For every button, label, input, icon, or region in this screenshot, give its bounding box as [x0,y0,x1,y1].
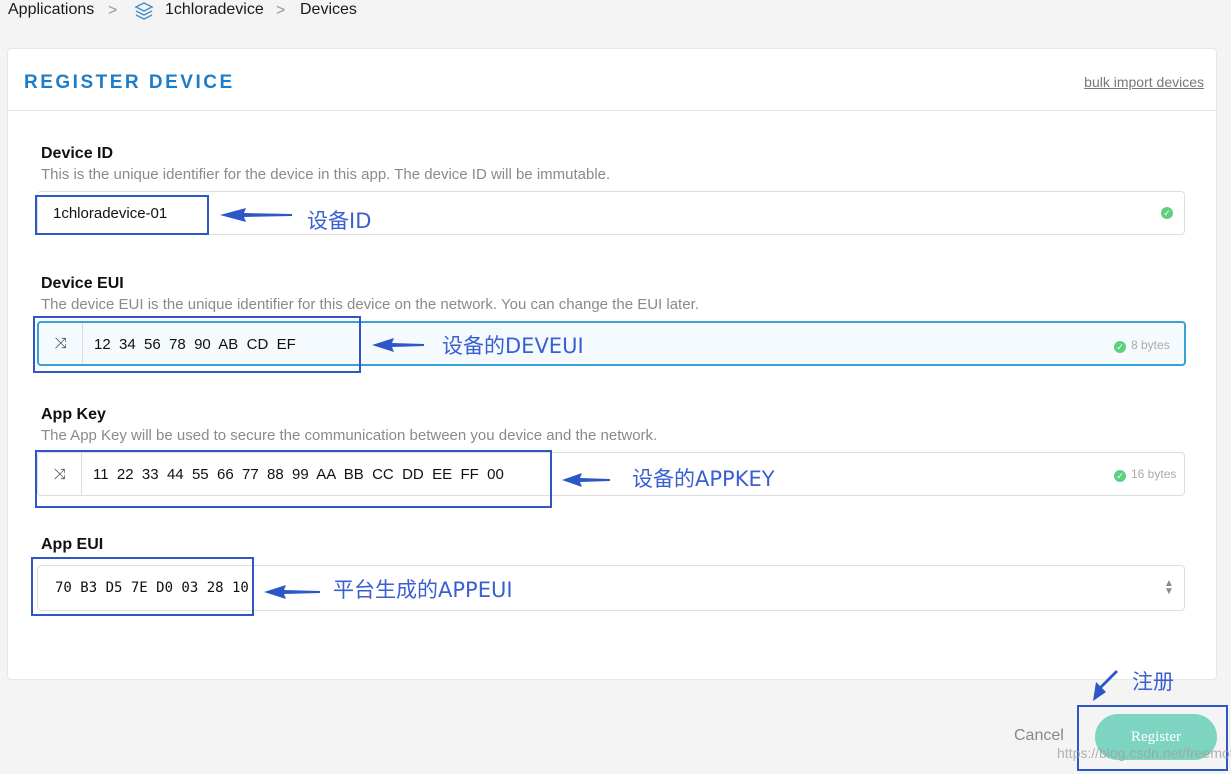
device-id-label: Device ID [41,145,114,162]
breadcrumb-applications[interactable]: Applications [8,1,94,19]
breadcrumb-separator: > [276,2,286,19]
device-id-input[interactable]: 1chloradevice-01 ✓ [37,191,1185,235]
bulk-import-link[interactable]: bulk import devices [1084,74,1204,90]
app-key-description: The App Key will be used to secure the c… [41,427,658,444]
annotation-device-id: 设备ID [307,209,372,233]
layers-icon [134,2,154,20]
device-eui-bytes: 8 bytes [1131,338,1170,352]
annotation-app-key: 设备的APPKEY [632,467,775,491]
device-eui-label: Device EUI [41,275,124,292]
select-arrows-icon: ▲ ▼ [1164,578,1174,597]
card-title: REGISTER DEVICE [24,72,235,93]
check-icon: ✓ [1114,341,1126,353]
breadcrumb-devices[interactable]: Devices [300,1,357,19]
device-eui-description: The device EUI is the unique identifier … [41,296,699,313]
app-key-bytes: 16 bytes [1131,467,1177,481]
app-eui-label: App EUI [41,536,104,553]
cancel-button[interactable]: Cancel [1014,727,1064,745]
arrow-left-icon [220,208,292,222]
arrow-down-left-icon [1093,670,1118,701]
annotation-box-app-eui [31,557,254,616]
arrow-left-icon [264,585,320,599]
arrow-left-icon [562,473,610,487]
annotation-box-device-id [35,195,209,235]
annotation-box-device-eui [33,316,361,373]
annotation-register: 注册 [1132,670,1174,694]
card-header: REGISTER DEVICE bulk import devices [8,49,1216,111]
annotation-app-eui: 平台生成的APPEUI [333,578,513,602]
watermark: https://blog.csdn.net/freemote [1057,745,1231,761]
check-icon: ✓ [1161,207,1173,219]
breadcrumb: Applications > 1chloradevice > Devices [0,0,1231,24]
arrow-left-icon [372,338,424,352]
device-id-description: This is the unique identifier for the de… [41,166,611,183]
breadcrumb-separator: > [108,2,118,19]
app-key-label: App Key [41,406,106,423]
annotation-box-app-key [35,450,552,508]
check-icon: ✓ [1114,470,1126,482]
annotation-device-eui: 设备的DEVEUI [442,334,584,358]
breadcrumb-application[interactable]: 1chloradevice [165,1,264,19]
